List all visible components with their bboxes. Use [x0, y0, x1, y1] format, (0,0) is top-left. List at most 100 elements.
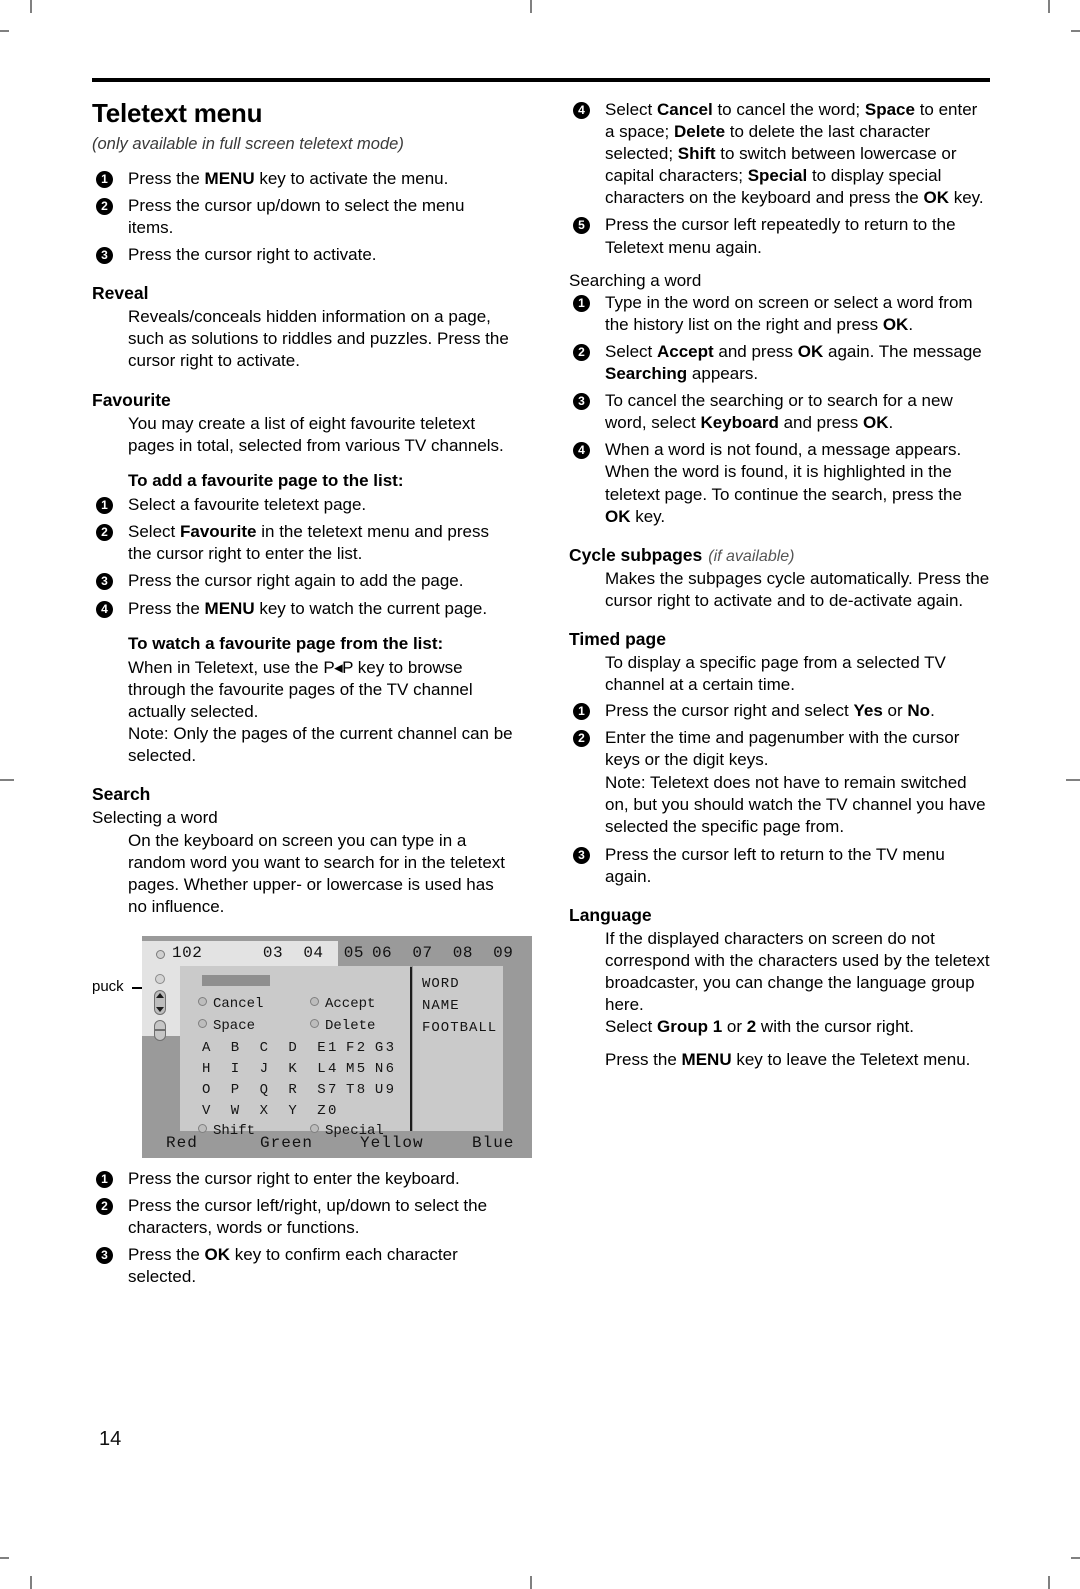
step-text: Press the cursor right again to add the …	[128, 571, 464, 591]
crop-mark-bottom-left-vertical	[30, 1576, 32, 1589]
step-text: Select Accept and press OK again. The me…	[605, 341, 982, 384]
pp-key-icon: P◂P	[323, 658, 354, 677]
list-item: 5 Press the cursor left repeatedly to re…	[569, 214, 990, 258]
keyboard-option-delete[interactable]: Delete	[310, 1018, 375, 1034]
history-list-item[interactable]: NAME	[422, 998, 460, 1014]
step-text: Press the OK key to confirm each charact…	[128, 1245, 458, 1287]
language-exit-line: Press the MENU key to leave the Teletext…	[605, 1050, 971, 1070]
step-number-badge: 1	[96, 170, 113, 188]
step-number-badge: 3	[573, 393, 590, 411]
add-favourite-step-list: 1 Select a favourite teletext page. 2 Se…	[92, 494, 513, 619]
list-item: 3 Press the OK key to confirm each chara…	[92, 1244, 513, 1288]
step-number-badge: 3	[96, 573, 113, 591]
tv-screen-mockup: 102 03 04 05 06 07 08 09 10 11 12 Cancel	[142, 935, 532, 1158]
crop-mark-bottom-right-horizontal	[1071, 1557, 1080, 1559]
keyboard-digit-row[interactable]: 7 8 9	[328, 1082, 400, 1098]
step-text: Select Cancel to cancel the word; Space …	[605, 100, 984, 208]
option-label: Cancel	[213, 995, 264, 1012]
searching-a-word-heading: Searching a word	[569, 270, 702, 290]
timed-page-step-list: 1 Press the cursor right and select Yes …	[569, 700, 990, 888]
keyboard-function-step-list: 4 Select Cancel to cancel the word; Spac…	[569, 99, 990, 259]
crop-mark-middle-left	[0, 779, 14, 781]
colour-key-yellow[interactable]: Yellow	[360, 1132, 424, 1154]
step-number-badge: 4	[573, 442, 590, 460]
cycle-subpages-heading-text: Cycle subpages	[569, 544, 703, 565]
search-history-list: WORD NAME FOOTBALL	[413, 965, 503, 1131]
section-heading-favourite: Favourite	[92, 389, 171, 410]
radio-icon	[198, 996, 207, 1006]
step-text: Type in the word on screen or select a w…	[605, 292, 973, 334]
selecting-a-word-heading: Selecting a word	[92, 808, 218, 828]
step-number-badge: 2	[573, 730, 590, 748]
crop-mark-top-right-horizontal	[1071, 30, 1080, 32]
keyboard-option-accept[interactable]: Accept	[310, 996, 375, 1012]
colour-key-green[interactable]: Green	[260, 1132, 313, 1154]
list-item: 1 Select a favourite teletext page.	[92, 494, 513, 516]
step-number-badge: 4	[573, 102, 590, 119]
keyboard-letter-row[interactable]: V W X Y Z	[202, 1103, 332, 1119]
subheading-add-favourite: To add a favourite page to the list:	[128, 470, 404, 490]
keyboard-digit-row[interactable]: 0	[328, 1103, 342, 1119]
step-text: Press the MENU key to activate the menu.	[128, 168, 449, 188]
step-number-badge: 2	[573, 343, 590, 361]
step-text: When a word is not found, a message appe…	[605, 440, 962, 526]
list-item: 1 Type in the word on screen or select a…	[569, 292, 990, 336]
step-text: Press the cursor left/right, up/down to …	[128, 1196, 488, 1238]
section-heading-cycle-subpages: Cycle subpages (if available)	[569, 545, 990, 566]
right-column: 4 Select Cancel to cancel the word; Spac…	[569, 99, 990, 1293]
step-text: Select Favourite in the teletext menu an…	[128, 522, 489, 564]
list-item: 4 When a word is not found, a message ap…	[569, 439, 990, 527]
step-number-badge: 3	[96, 1247, 113, 1265]
reveal-body: Reveals/conceals hidden information on a…	[128, 307, 509, 371]
word-entry-field[interactable]	[202, 974, 270, 986]
page-title: Teletext menu	[92, 98, 263, 128]
keyboard-option-space[interactable]: Space	[198, 1018, 255, 1034]
puck-strip	[142, 965, 180, 1041]
list-item: 4 Press the MENU key to watch the curren…	[92, 598, 513, 620]
step-text: Press the cursor right to enter the keyb…	[128, 1168, 460, 1188]
puck-updown-icon[interactable]	[154, 989, 166, 1015]
puck-dot-icon[interactable]	[155, 973, 165, 984]
page-numbers-dark: 06 07 08 09 10 11 12	[371, 943, 514, 962]
step-text: Press the cursor right and select Yes or…	[605, 701, 935, 721]
watch-favourite-note: Note: Only the pages of the current chan…	[128, 724, 513, 766]
option-label: Accept	[325, 995, 376, 1012]
keyboard-digit-row[interactable]: 1 2 3	[328, 1040, 400, 1056]
timed-page-body: To display a specific page from a select…	[605, 653, 946, 695]
radio-icon	[310, 996, 319, 1006]
colour-key-red[interactable]: Red	[166, 1132, 198, 1154]
cycle-subpages-body: Makes the subpages cycle automatically. …	[605, 568, 990, 610]
crop-mark-top-right-vertical	[1048, 0, 1050, 13]
watch-favourite-body: When in Teletext, use the P◂P key to bro…	[128, 658, 473, 722]
list-item: 2 Select Accept and press OK again. The …	[569, 341, 990, 385]
section-heading-search: Search	[92, 784, 151, 805]
history-list-item[interactable]: WORD	[422, 976, 460, 992]
header-rule	[92, 78, 990, 82]
page-number-row-text: 102 03 04 05 06 07 08 09 10 11 12	[142, 941, 532, 966]
option-label: Space	[213, 1017, 256, 1034]
page-content: Teletext menu (only available in full sc…	[92, 78, 990, 1293]
list-item: 3 Press the cursor left to return to the…	[569, 844, 990, 888]
list-item: 2 Press the cursor up/down to select the…	[92, 195, 513, 239]
language-select-line: Select Group 1 or 2 with the cursor righ…	[605, 1017, 914, 1037]
puck-callout-label: puck	[92, 977, 124, 995]
step-number-badge: 1	[573, 703, 590, 721]
page-number: 14	[99, 1428, 122, 1450]
list-item: 1 Press the cursor right and select Yes …	[569, 700, 990, 722]
history-list-item[interactable]: FOOTBALL	[422, 1020, 497, 1036]
radio-icon	[310, 1018, 319, 1028]
timed-page-note: Note: Teletext does not have to remain s…	[605, 772, 986, 836]
puck-capsule-icon[interactable]	[153, 1019, 166, 1041]
favourite-body: You may create a list of eight favourite…	[128, 413, 504, 455]
keyboard-history-divider	[410, 966, 412, 1131]
keyboard-usage-step-list: 1 Press the cursor right to enter the ke…	[92, 1168, 513, 1288]
keyboard-digit-row[interactable]: 4 5 6	[328, 1061, 400, 1077]
keyboard-option-cancel[interactable]: Cancel	[198, 996, 263, 1012]
colour-key-blue[interactable]: Blue	[472, 1132, 514, 1154]
step-number-badge: 3	[96, 247, 113, 265]
step-number-badge: 5	[573, 217, 590, 235]
list-item: 1 Press the cursor right to enter the ke…	[92, 1168, 513, 1190]
step-number-badge: 1	[96, 1170, 113, 1188]
list-item: 2 Select Favourite in the teletext menu …	[92, 521, 513, 565]
searching-step-list: 1 Type in the word on screen or select a…	[569, 292, 990, 528]
